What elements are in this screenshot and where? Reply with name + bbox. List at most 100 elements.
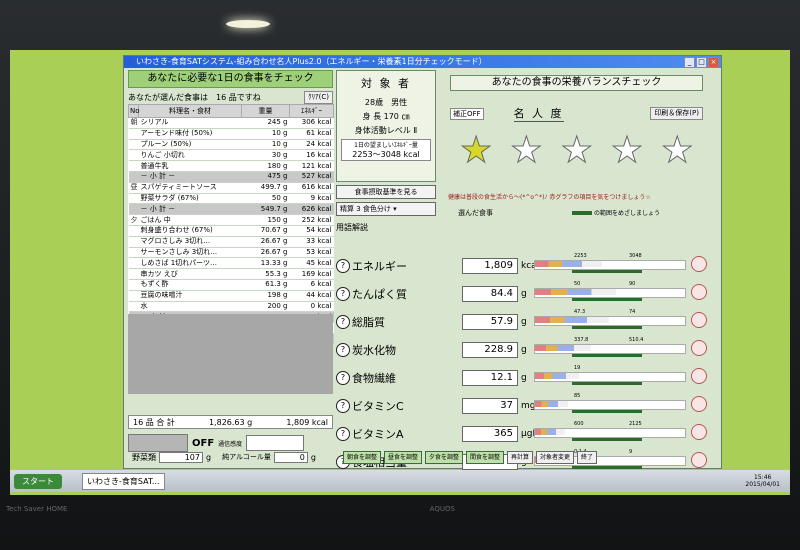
help-icon[interactable]: ? bbox=[336, 287, 350, 301]
food-row[interactable]: プルーン (50%) 10 g 24 kcal bbox=[128, 139, 334, 151]
scale-min: 47.3 bbox=[574, 309, 586, 315]
help-icon[interactable]: ? bbox=[336, 399, 350, 413]
minimize-button[interactable]: _ bbox=[684, 57, 695, 68]
food-name: 刺身盛り合わせ (67%) bbox=[138, 225, 242, 237]
advice-face-icon[interactable] bbox=[691, 284, 707, 300]
food-row[interactable]: もずく酢 61.3 g6 kcal bbox=[128, 279, 334, 291]
advice-face-icon[interactable] bbox=[691, 256, 707, 272]
exit-button[interactable]: 終了 bbox=[577, 450, 598, 464]
nutrient-row: ? たんぱく質 84.4 g 50 90 bbox=[336, 280, 718, 308]
nutrient-value: 365 bbox=[462, 426, 518, 442]
nutrient-row: ? エネルギー 1,809 kcal 2253 3048 bbox=[336, 252, 718, 280]
scale-max: 90 bbox=[629, 281, 636, 287]
change-target-button[interactable]: 対象者変更 bbox=[536, 450, 575, 464]
food-weight: 198 g bbox=[241, 290, 290, 302]
food-row[interactable]: 普通牛乳 180 g 121 kcal bbox=[128, 160, 334, 172]
food-weight: 150 g bbox=[241, 214, 290, 226]
maximize-button[interactable]: □ bbox=[696, 57, 707, 68]
bar-fill bbox=[535, 261, 602, 267]
rank-stars: ★ ★ ★ ★ ★ bbox=[459, 130, 693, 172]
food-energy: 121 kcal bbox=[289, 160, 334, 172]
nutrient-row: ? 炭水化物 228.9 g 337.8 510.4 bbox=[336, 336, 718, 364]
meal-label bbox=[128, 171, 139, 183]
food-energy: 54 kcal bbox=[289, 225, 334, 237]
meal-label bbox=[128, 128, 139, 140]
food-weight: 70.67 g bbox=[241, 225, 290, 237]
food-row[interactable]: 水 200 g0 kcal bbox=[128, 301, 334, 313]
correction-toggle[interactable]: 補正OFF bbox=[450, 107, 484, 120]
food-row[interactable]: アーモンド味付 (50%) 10 g 61 kcal bbox=[128, 128, 334, 140]
food-row[interactable]: 野菜サラダ (67%) 50 g9 kcal bbox=[128, 193, 334, 205]
meal-label bbox=[128, 225, 139, 237]
food-weight: 245 g bbox=[241, 117, 290, 129]
meal-label bbox=[128, 149, 139, 162]
food-energy: 24 kcal bbox=[289, 139, 334, 151]
food-name: 野菜サラダ (67%) bbox=[138, 193, 242, 205]
star-empty-icon: ★ bbox=[510, 130, 543, 172]
food-row[interactable]: 串カツ えび 55.3 g 169 kcal bbox=[128, 268, 334, 280]
advice-face-icon[interactable] bbox=[691, 312, 707, 328]
meal-label bbox=[128, 301, 139, 313]
meal-label bbox=[128, 160, 139, 172]
food-row[interactable]: 朝シリアル 245 g 306 kcal bbox=[128, 117, 334, 129]
food-row[interactable]: 夕ごはん 中 150 g 252 kcal bbox=[128, 214, 334, 226]
food-energy: 527 kcal bbox=[289, 171, 334, 183]
food-weight: 180 g bbox=[241, 160, 290, 172]
food-weight: 55.3 g bbox=[241, 268, 290, 280]
food-row[interactable]: しめさば 1切れパーツ… 13.33 g 45 kcal bbox=[128, 257, 334, 270]
nutrient-label: たんぱく質 bbox=[352, 288, 407, 301]
food-row[interactable]: 刺身盛り合わせ (67%) 70.67 g 54 kcal bbox=[128, 225, 334, 237]
advice-face-icon[interactable] bbox=[691, 396, 707, 412]
target-range bbox=[572, 354, 642, 357]
food-name: もずく酢 bbox=[138, 279, 242, 291]
food-row[interactable]: りんご 小切れ 30 g 16 kcal bbox=[128, 149, 334, 162]
help-icon[interactable]: ? bbox=[336, 427, 350, 441]
food-row[interactable]: マグロさしみ 3切れ… 26.67 g 33 kcal bbox=[128, 236, 334, 248]
ceiling-light-reflection bbox=[226, 20, 270, 28]
food-name: マグロさしみ 3切れ… bbox=[138, 236, 242, 248]
bar-fill bbox=[535, 401, 568, 407]
help-icon[interactable]: ? bbox=[336, 371, 350, 385]
recalculate-button[interactable]: 再計算 bbox=[507, 450, 534, 464]
print-save-button[interactable]: 印刷＆保存(P) bbox=[650, 107, 703, 120]
food-name: りんご 小切れ bbox=[138, 149, 242, 162]
bezel-left-label: Tech Saver HOME bbox=[6, 505, 68, 513]
adjust-breakfast-button[interactable]: 朝食を調整 bbox=[342, 450, 381, 464]
food-row[interactable]: 昼スパゲティミートソース 499.7 g 616 kcal bbox=[128, 182, 334, 194]
taskbar: スタート いわさき-食育SAT... 15:46 2015/04/01 bbox=[10, 470, 790, 492]
advice-face-icon[interactable] bbox=[691, 424, 707, 440]
advice-text: 健康は普段の食生活から～(*^o^*)ﾉ 赤グラフの項目を気をつけましょう☆ bbox=[448, 194, 651, 201]
adjust-dinner-button[interactable]: 夕食を調整 bbox=[424, 450, 463, 464]
food-energy: 53 kcal bbox=[289, 247, 334, 259]
meal-label: 朝 bbox=[128, 117, 139, 129]
intake-standard-button[interactable]: 食事摂取基準を見る bbox=[336, 185, 436, 199]
meal-label bbox=[128, 247, 139, 259]
food-energy: 45 kcal bbox=[289, 257, 334, 270]
help-icon[interactable]: ? bbox=[336, 315, 350, 329]
start-button[interactable]: スタート bbox=[14, 473, 62, 489]
glossary-label: 用語解説 bbox=[336, 223, 368, 232]
close-button[interactable]: × bbox=[708, 57, 719, 68]
clear-button[interactable]: ｸﾘｱ(C) bbox=[304, 90, 333, 104]
food-energy: 33 kcal bbox=[289, 236, 334, 248]
color-mode-select[interactable]: 精算 3 食色分け ▾ bbox=[336, 202, 436, 216]
target-range bbox=[572, 382, 642, 385]
rank-label: 名 人 度 bbox=[513, 107, 564, 122]
adjust-snack-button[interactable]: 間食を調整 bbox=[466, 450, 505, 464]
target-range bbox=[572, 298, 642, 301]
nutrient-row: ? 総脂質 57.9 g 47.3 74 bbox=[336, 308, 718, 336]
food-list-panel: あなたに必要な1日の食事をチェック あなたが選んだ食事は 16 品ですね ｸﾘｱ… bbox=[128, 70, 334, 465]
empty-list-area bbox=[128, 314, 333, 394]
food-weight: 26.67 g bbox=[241, 236, 290, 248]
help-icon[interactable]: ? bbox=[336, 343, 350, 357]
advice-face-icon[interactable] bbox=[691, 340, 707, 356]
col-weight: 重量 bbox=[241, 104, 290, 118]
advice-face-icon[interactable] bbox=[691, 368, 707, 384]
adjust-lunch-button[interactable]: 昼食を調整 bbox=[383, 450, 422, 464]
food-row[interactable]: サーモンさしみ 3切れ… 26.67 g 53 kcal bbox=[128, 247, 334, 259]
nutrient-value: 228.9 bbox=[462, 342, 518, 358]
taskbar-app-item[interactable]: いわさき-食育SAT... bbox=[82, 472, 165, 490]
help-icon[interactable]: ? bbox=[336, 259, 350, 273]
food-row[interactable]: 豆腐の味噌汁 198 g 44 kcal bbox=[128, 290, 334, 302]
nutrient-row: ? 食物繊維 12.1 g 19 bbox=[336, 364, 718, 392]
